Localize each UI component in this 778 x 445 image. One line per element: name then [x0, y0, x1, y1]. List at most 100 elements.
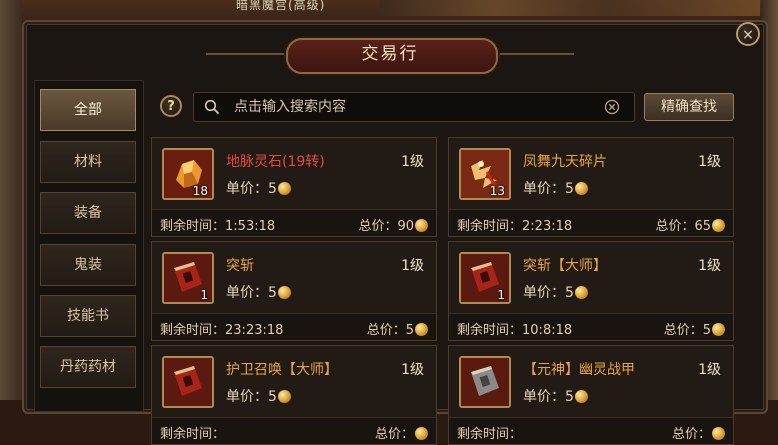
listing-card[interactable]: 13 凤舞九天碎片 1级 单价：5 剩余时间：2:23:18 总价：65: [448, 137, 734, 237]
item-slot[interactable]: 18: [162, 148, 214, 200]
item-quantity: 13: [489, 184, 505, 198]
category-elixirs[interactable]: 丹药药材: [40, 346, 136, 388]
remaining-time: 剩余时间：: [457, 423, 522, 442]
unit-price: 单价：5: [226, 282, 291, 302]
help-button[interactable]: ?: [160, 95, 182, 117]
category-sidebar: 全部 材料 装备 鬼装 技能书 丹药药材: [34, 80, 144, 412]
remaining-time-label: 剩余时间：: [457, 219, 523, 234]
gold-coin-icon: [574, 390, 588, 403]
listing-footer: 剩余时间：23:23:18 总价：5: [152, 313, 436, 340]
item-quantity: 1: [200, 288, 208, 302]
total-price-label: 总价：: [358, 219, 398, 234]
exact-search-button[interactable]: 精确查找: [644, 93, 734, 121]
gold-coin-icon: [574, 182, 588, 195]
listing-footer: 剩余时间：10:8:18 总价：5: [449, 313, 733, 340]
total-price: 总价：90: [358, 215, 428, 234]
remaining-time: 剩余时间：10:8:18: [457, 319, 572, 338]
item-level: 1级: [698, 154, 721, 170]
item-level: 1级: [698, 362, 721, 378]
listing-card[interactable]: 护卫召唤【大师】 1级 单价：5 剩余时间： 总价：: [151, 345, 437, 445]
item-slot[interactable]: 1: [459, 252, 511, 304]
unit-price-label: 单价：: [226, 181, 268, 197]
total-price-value: 5: [405, 323, 414, 338]
unit-price-label: 单价：: [523, 389, 565, 405]
item-name: 凤舞九天碎片: [523, 154, 607, 170]
gold-coin-icon: [712, 427, 725, 440]
listing-card[interactable]: 【元神】幽灵战甲 1级 单价：5 剩余时间： 总价：: [448, 345, 734, 445]
background-top-hud: [380, 0, 760, 16]
gold-coin-icon: [277, 182, 291, 195]
unit-price: 单价：5: [523, 178, 588, 198]
unit-price-label: 单价：: [226, 285, 268, 301]
item-level: 1级: [401, 258, 424, 274]
unit-price: 单价：5: [523, 282, 588, 302]
total-price-label: 总价：: [374, 427, 414, 442]
item-name: 【元神】幽灵战甲: [523, 362, 635, 378]
item-name: 地脉灵石(19转): [226, 154, 325, 170]
gold-coin-icon: [277, 286, 291, 299]
remaining-time: 剩余时间：1:53:18: [160, 215, 275, 234]
unit-price: 单价：5: [226, 386, 291, 406]
remaining-time-value: 10:8:18: [522, 323, 573, 338]
total-price-value: 90: [397, 219, 414, 234]
gold-coin-icon: [574, 286, 588, 299]
clear-icon[interactable]: [604, 99, 620, 115]
close-button[interactable]: ×: [736, 22, 760, 46]
search-icon: [204, 99, 220, 115]
unit-price-value: 5: [565, 389, 574, 405]
unit-price-value: 5: [268, 285, 277, 301]
item-level: 1级: [698, 258, 721, 274]
remaining-time-label: 剩余时间：: [457, 323, 523, 338]
unit-price-label: 单价：: [523, 285, 565, 301]
listing-card[interactable]: 18 地脉灵石(19转) 1级 单价：5 剩余时间：1:53:18 总价：90: [151, 137, 437, 237]
category-skill-books[interactable]: 技能书: [40, 295, 136, 337]
remaining-time-value: 1:53:18: [225, 219, 276, 234]
total-price-label: 总价：: [366, 323, 406, 338]
category-all[interactable]: 全部: [40, 89, 136, 131]
gold-coin-icon: [277, 390, 291, 403]
category-ghost-gear[interactable]: 鬼装: [40, 244, 136, 286]
search-placeholder: 点击输入搜索内容: [234, 99, 346, 115]
total-price: 总价：5: [664, 319, 725, 338]
remaining-time-label: 剩余时间：: [457, 427, 523, 442]
item-quantity: 1: [497, 288, 505, 302]
item-name: 护卫召唤【大师】: [226, 362, 338, 378]
total-price-label: 总价：: [671, 427, 711, 442]
item-slot[interactable]: 1: [162, 252, 214, 304]
item-slot[interactable]: 13: [459, 148, 511, 200]
listing-footer: 剩余时间： 总价：: [152, 417, 436, 444]
unit-price-label: 单价：: [523, 181, 565, 197]
remaining-time-value: 2:23:18: [522, 219, 573, 234]
category-materials[interactable]: 材料: [40, 141, 136, 183]
total-price-value: 5: [702, 323, 711, 338]
title-ornament-right: [494, 53, 574, 55]
title-ornament-left: [206, 53, 286, 55]
search-input[interactable]: 点击输入搜索内容: [193, 92, 635, 122]
gold-coin-icon: [415, 427, 428, 440]
listing-card[interactable]: 1 突斩【大师】 1级 单价：5 剩余时间：10:8:18 总价：5: [448, 241, 734, 341]
item-name: 突斩【大师】: [523, 258, 607, 274]
total-price: 总价：65: [655, 215, 725, 234]
item-name: 突斩: [226, 258, 254, 274]
unit-price: 单价：5: [226, 178, 291, 198]
remaining-time-value: 23:23:18: [225, 323, 284, 338]
unit-price-value: 5: [565, 285, 574, 301]
total-price: 总价：: [375, 423, 428, 442]
gold-coin-icon: [712, 219, 725, 232]
category-equipment[interactable]: 装备: [40, 192, 136, 234]
item-slot[interactable]: [459, 356, 511, 408]
unit-price: 单价：5: [523, 386, 588, 406]
unit-price-value: 5: [268, 181, 277, 197]
remaining-time: 剩余时间：23:23:18: [160, 319, 283, 338]
total-price-label: 总价：: [663, 323, 703, 338]
remaining-time: 剩余时间：2:23:18: [457, 215, 572, 234]
remaining-time: 剩余时间：: [160, 423, 225, 442]
remaining-time-label: 剩余时间：: [160, 427, 226, 442]
total-price: 总价：5: [367, 319, 428, 338]
listing-card[interactable]: 1 突斩 1级 单价：5 剩余时间：23:23:18 总价：5: [151, 241, 437, 341]
item-slot[interactable]: [162, 356, 214, 408]
gold-coin-icon: [415, 219, 428, 232]
listing-footer: 剩余时间：2:23:18 总价：65: [449, 209, 733, 236]
item-level: 1级: [401, 362, 424, 378]
listing-footer: 剩余时间：1:53:18 总价：90: [152, 209, 436, 236]
